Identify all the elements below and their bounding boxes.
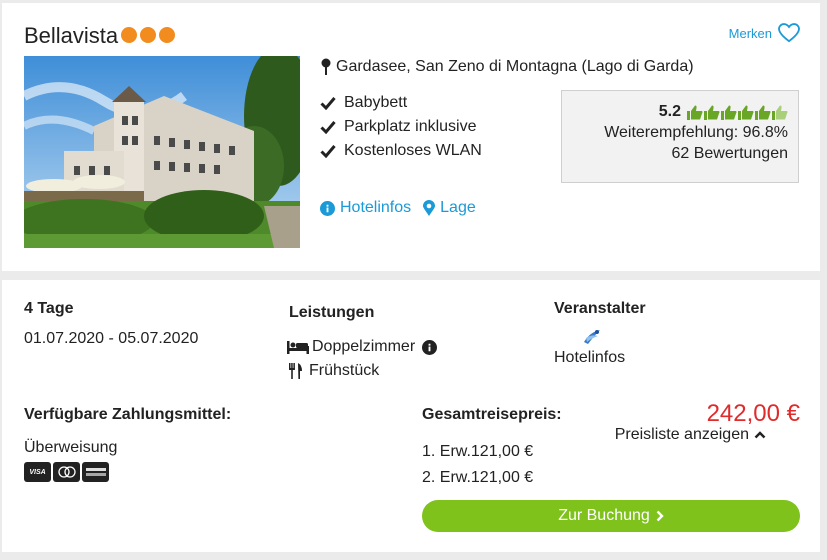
offer-card: 4 Tage 01.07.2020 - 05.07.2020 Leistunge…	[2, 280, 820, 552]
category-dot	[159, 27, 175, 43]
operator-hotelinfos-link[interactable]: Hotelinfos	[554, 349, 625, 367]
feature-label: Parkplatz inklusive	[344, 118, 477, 135]
payment-cards: VISA	[24, 462, 109, 482]
operator-logo-icon[interactable]	[582, 328, 602, 351]
lage-label: Lage	[440, 199, 476, 216]
merken-button[interactable]: Merken	[729, 23, 800, 43]
location-text: Gardasee, San Zeno di Montagna (Lago di …	[336, 58, 694, 75]
check-icon	[320, 97, 336, 110]
booking-button[interactable]: Zur Buchung	[422, 500, 800, 532]
room-label: Doppelzimmer	[312, 338, 416, 355]
hotel-photo[interactable]	[24, 56, 300, 248]
feature-label: Kostenloses WLAN	[344, 142, 482, 159]
feature-item: Kostenloses WLAN	[320, 139, 482, 163]
info-circle-icon	[320, 200, 335, 216]
board-type: Frühstück	[289, 362, 379, 380]
trip-duration: 4 Tage	[24, 300, 74, 317]
rating-box[interactable]: 5.2 Weiterempfehlung: 96.8% 62 Bewertung…	[561, 90, 799, 183]
hotelinfos-label: Hotelinfos	[340, 199, 412, 216]
hotel-name[interactable]: Bellavista	[24, 23, 118, 49]
visa-card-icon: VISA	[24, 462, 51, 482]
feature-label: Babybett	[344, 94, 408, 111]
feature-item: Parkplatz inklusive	[320, 115, 482, 139]
trip-dates: 01.07.2020 - 05.07.2020	[24, 330, 199, 347]
feature-item: Babybett	[320, 91, 482, 115]
rating-thumbs	[687, 105, 788, 120]
hotelinfos-link[interactable]: Hotelinfos	[320, 199, 411, 217]
hotel-links: Hotelinfos Lage	[320, 199, 476, 217]
merken-label: Merken	[728, 25, 772, 41]
heart-icon	[778, 23, 800, 43]
board-label: Frühstück	[309, 362, 380, 379]
total-price: 242,00 €	[706, 400, 800, 427]
hotel-card: Bellavista Merken Gardasee, San Zeno di …	[2, 3, 820, 271]
operator-title: Veranstalter	[554, 300, 646, 317]
review-count[interactable]: 62 Bewertungen	[572, 145, 788, 163]
map-marker-icon	[423, 200, 436, 216]
chevron-right-icon	[656, 510, 664, 522]
mastercard-icon	[53, 462, 80, 482]
services-title: Leistungen	[289, 304, 375, 321]
lage-link[interactable]: Lage	[423, 199, 476, 217]
price-per-adult: 2. Erw.121,00 €	[422, 469, 534, 486]
fork-knife-icon	[289, 363, 302, 379]
rating-value: 5.2	[658, 103, 681, 120]
category-dot	[121, 27, 137, 43]
thumb-up-icon	[687, 105, 703, 120]
info-circle-icon[interactable]	[422, 339, 438, 355]
total-price-title: Gesamtreisepreis:	[422, 406, 562, 423]
hotel-location: Gardasee, San Zeno di Montagna (Lago di …	[320, 58, 694, 76]
american-express-icon	[82, 462, 109, 482]
recommendation-rate: Weiterempfehlung: 96.8%	[604, 124, 788, 141]
price-list-toggle[interactable]: Preisliste anzeigen	[615, 426, 766, 444]
booking-button-label: Zur Buchung	[558, 507, 650, 524]
payment-method: Überweisung	[24, 439, 118, 456]
map-pin-icon	[321, 58, 331, 75]
price-per-adult: 1. Erw.121,00 €	[422, 443, 534, 460]
check-icon	[320, 145, 336, 158]
payment-title: Verfügbare Zahlungsmittel:	[24, 406, 232, 423]
feature-list: Babybett Parkplatz inklusive Kostenloses…	[320, 91, 482, 163]
hotel-category-rating	[121, 27, 175, 43]
thumb-up-icon	[738, 105, 754, 120]
room-type: Doppelzimmer	[287, 338, 438, 356]
category-dot	[140, 27, 156, 43]
thumb-up-half-icon	[772, 105, 788, 120]
bed-icon	[287, 341, 309, 354]
price-list-label: Preisliste anzeigen	[614, 426, 749, 443]
thumb-up-icon	[755, 105, 771, 120]
thumb-up-icon	[704, 105, 720, 120]
chevron-up-icon	[754, 431, 766, 439]
thumb-up-icon	[721, 105, 737, 120]
check-icon	[320, 121, 336, 134]
